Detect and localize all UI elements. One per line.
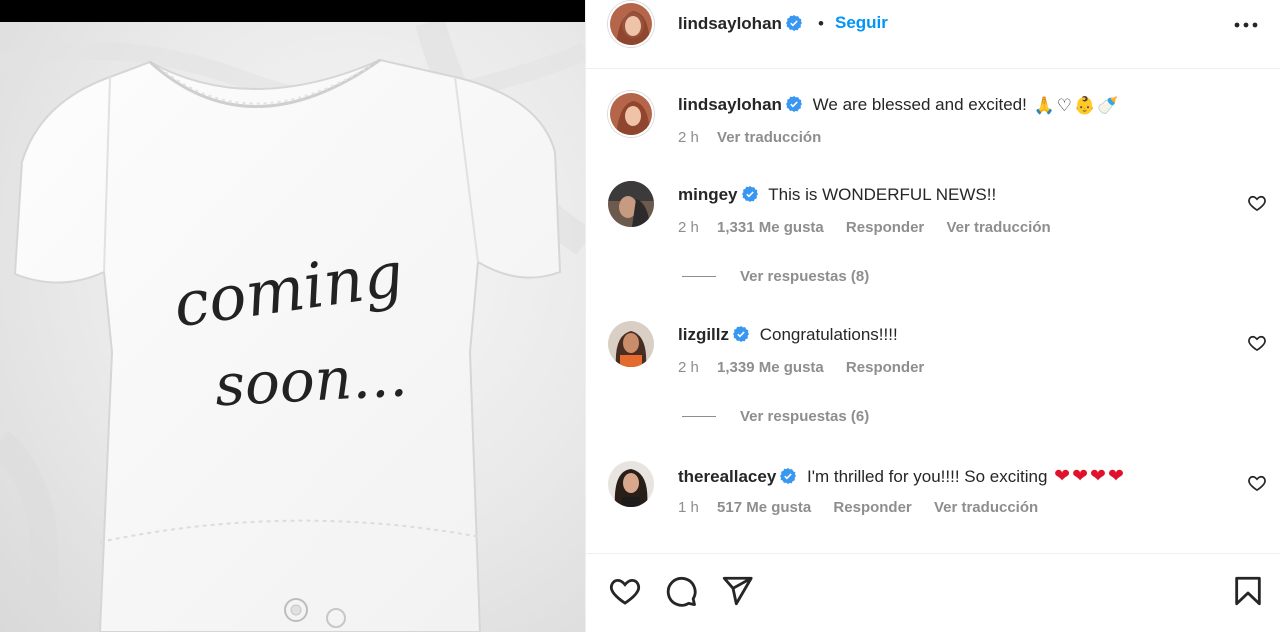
verified-badge-icon (785, 96, 802, 112)
commenter-avatar[interactable] (608, 461, 654, 507)
comment-username[interactable]: lizgillz (678, 325, 729, 344)
white-heart-emoji: ♡ (1056, 96, 1073, 115)
view-replies-button[interactable]: Ver respuestas (6) (682, 408, 869, 425)
follow-button[interactable]: Seguir (835, 13, 888, 33)
view-replies-button[interactable]: Ver respuestas (8) (682, 268, 869, 285)
image-top-bar (0, 0, 585, 22)
baby-bottle-emoji: 🍼 (1097, 96, 1119, 115)
heart-outline-icon[interactable] (608, 574, 642, 608)
bookmark-icon[interactable] (1231, 574, 1265, 608)
comment-time: 2 h (678, 359, 699, 376)
comment-time: 1 h (678, 499, 699, 516)
caption-username[interactable]: lindsaylohan (678, 95, 782, 114)
more-horizontal-icon[interactable] (1231, 10, 1261, 40)
caption-avatar[interactable] (608, 91, 654, 137)
comment-translate-link[interactable]: Ver traducción (934, 499, 1038, 516)
comment-reply-button[interactable]: Responder (833, 499, 911, 516)
caption-translate-link[interactable]: Ver traducción (717, 129, 821, 146)
post-header: lindsaylohan • Seguir (586, 0, 1280, 69)
post-action-bar (586, 553, 1280, 632)
comment-reply-button[interactable]: Responder (846, 219, 924, 236)
comment-like-count[interactable]: 1,331 Me gusta (717, 219, 824, 236)
comment-username[interactable]: thereallacey (678, 467, 776, 486)
comment-like-count[interactable]: 1,339 Me gusta (717, 359, 824, 376)
comment-bubble-icon[interactable] (664, 574, 698, 608)
comment-text: This is WONDERFUL NEWS!! (768, 185, 997, 204)
caption-text: We are blessed and excited! (812, 95, 1027, 114)
header-separator: • (818, 14, 824, 33)
comment-reply-button[interactable]: Responder (846, 359, 924, 376)
verified-badge-icon (741, 186, 758, 202)
commenter-avatar[interactable] (608, 321, 654, 367)
red-hearts-emoji: ❤ ❤ ❤ ❤ (1054, 466, 1124, 487)
verified-badge-icon (785, 15, 802, 31)
view-replies-label: Ver respuestas (6) (740, 408, 870, 425)
comment-text: I'm thrilled for you!!!! So exciting (807, 467, 1048, 486)
verified-badge-icon (780, 468, 797, 484)
comment-username[interactable]: mingey (678, 185, 738, 204)
comment-like-count[interactable]: 517 Me gusta (717, 499, 811, 516)
commenter-avatar[interactable] (608, 181, 654, 227)
heart-outline-icon[interactable] (1247, 193, 1267, 213)
post-image[interactable]: coming soon... (0, 0, 585, 632)
author-avatar[interactable] (608, 1, 654, 47)
author-username[interactable]: lindsaylohan (678, 14, 802, 34)
caption-meta: 2 h Ver traducción (678, 129, 839, 146)
praying-hands-emoji: 🙏 (1033, 96, 1055, 115)
comment-text: Congratulations!!!! (759, 325, 898, 344)
caption-time: 2 h (678, 129, 699, 146)
verified-badge-icon (733, 326, 749, 342)
baby-emoji: 👶 (1074, 96, 1096, 115)
comment-meta: 1 h 517 Me gusta Responder Ver traducció… (678, 499, 1056, 516)
comment-time: 2 h (678, 219, 699, 236)
comment-meta: 2 h 1,339 Me gusta Responder (678, 359, 942, 376)
view-replies-label: Ver respuestas (8) (740, 268, 870, 285)
replies-divider (682, 276, 716, 277)
replies-divider (682, 416, 716, 417)
onesie-illustration: coming soon... (0, 22, 585, 632)
comment-meta: 2 h 1,331 Me gusta Responder Ver traducc… (678, 219, 1069, 236)
paper-plane-icon[interactable] (720, 574, 754, 608)
heart-outline-icon[interactable] (1247, 473, 1267, 493)
image-text-soon: soon... (213, 341, 409, 419)
comment-translate-link[interactable]: Ver traducción (946, 219, 1050, 236)
post-side-panel: lindsaylohan • Seguir lindsaylohan We ar… (585, 0, 1280, 632)
heart-outline-icon[interactable] (1247, 333, 1267, 353)
